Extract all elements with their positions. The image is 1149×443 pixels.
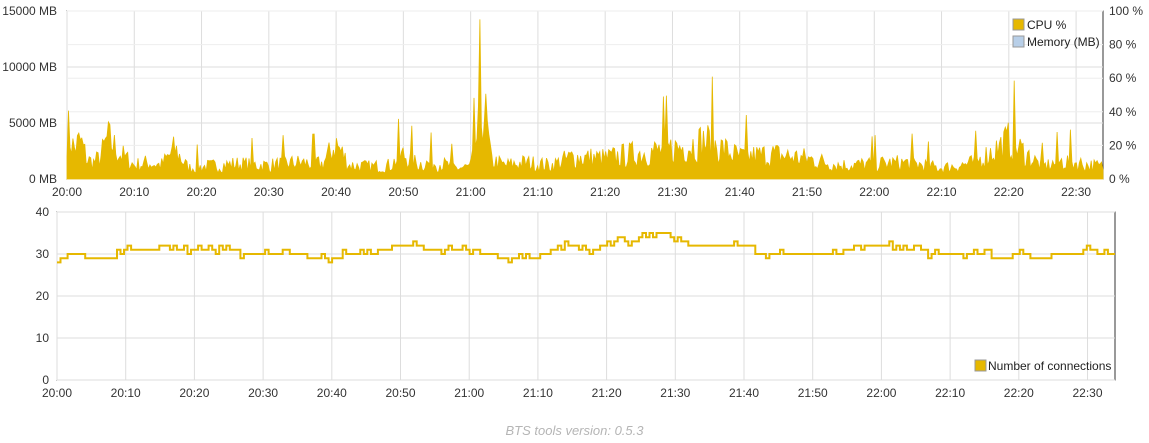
cpu-memory-chart: 20:00 20:10 20:20 20:30 20:40 20:50 21:00 21:10… xyxy=(2,4,1143,199)
connections-y-tick-label: 0 xyxy=(42,373,49,387)
connections-x-tick-label: 20:00 xyxy=(42,386,72,400)
connections-y-ticks: 0 10 20 30 40 xyxy=(36,205,50,387)
cpu-memory-x-tick-label: 21:00 xyxy=(456,185,486,199)
cpu-memory-plot-frame xyxy=(66,10,1104,180)
connections-x-tick-label: 22:00 xyxy=(866,386,896,400)
cpu-axis-tick-label: 40 % xyxy=(1109,105,1137,119)
cpu-memory-x-tick-label: 21:20 xyxy=(590,185,620,199)
connections-y-tick-label: 40 xyxy=(36,205,50,219)
legend-memory-swatch xyxy=(1012,35,1025,48)
connections-x-tick-label: 20:40 xyxy=(317,386,347,400)
cpu-axis-tick-label: 100 % xyxy=(1109,4,1143,18)
cpu-memory-x-tick-label: 21:40 xyxy=(725,185,755,199)
cpu-memory-x-tick-label: 20:20 xyxy=(187,185,217,199)
connections-x-tick-label: 21:40 xyxy=(729,386,759,400)
memory-axis-tick-label: 10000 MB xyxy=(2,60,57,74)
cpu-memory-x-tick-label: 22:10 xyxy=(927,185,957,199)
cpu-axis-tick-label: 80 % xyxy=(1109,38,1137,52)
cpu-memory-x-ticks: 20:00 20:10 20:20 20:30 20:40 20:50 21:00 21:10… xyxy=(52,185,1091,199)
connections-x-tick-label: 22:30 xyxy=(1073,386,1103,400)
cpu-memory-x-tick-label: 22:00 xyxy=(859,185,889,199)
cpu-memory-x-tick-label: 20:50 xyxy=(388,185,418,199)
connections-x-ticks: 20:00 20:10 20:20 20:30 20:40 20:50 21:00 21:10… xyxy=(42,386,1103,400)
legend-cpu-label: CPU % xyxy=(1027,18,1067,32)
connections-x-tick-label: 21:00 xyxy=(454,386,484,400)
memory-axis-tick-label: 15000 MB xyxy=(2,4,57,18)
connections-y-tick-label: 20 xyxy=(36,289,50,303)
connections-x-tick-label: 21:10 xyxy=(523,386,553,400)
memory-axis-tick-label: 0 MB xyxy=(29,172,57,186)
connections-x-tick-label: 21:50 xyxy=(798,386,828,400)
cpu-memory-x-tick-label: 20:10 xyxy=(119,185,149,199)
cpu-memory-x-tick-label: 20:40 xyxy=(321,185,351,199)
connections-x-tick-label: 20:10 xyxy=(111,386,141,400)
cpu-memory-x-tick-label: 21:10 xyxy=(523,185,553,199)
legend-memory-label: Memory (MB) xyxy=(1027,35,1100,49)
memory-axis-ticks: 0 MB 5000 MB 10000 MB 15000 MB xyxy=(2,4,57,186)
legend-connections-label: Number of connections xyxy=(988,359,1111,373)
connections-chart: 20:00 20:10 20:20 20:30 20:40 20:50 21:00 21:10… xyxy=(36,205,1116,400)
legend-cpu-swatch xyxy=(1012,18,1025,31)
cpu-memory-x-tick-label: 20:00 xyxy=(52,185,82,199)
connections-x-tick-label: 21:30 xyxy=(660,386,690,400)
footer-version-text: BTS tools version: 0.5.3 xyxy=(505,423,644,438)
connections-y-tick-label: 30 xyxy=(36,247,50,261)
cpu-memory-x-tick-label: 22:30 xyxy=(1061,185,1091,199)
connections-x-tick-label: 20:30 xyxy=(248,386,278,400)
charts-canvas: 20:00 20:10 20:20 20:30 20:40 20:50 21:00 21:10… xyxy=(2,4,1143,400)
connections-y-tick-label: 10 xyxy=(36,331,50,345)
cpu-memory-x-tick-label: 21:30 xyxy=(657,185,687,199)
connections-x-tick-label: 21:20 xyxy=(592,386,622,400)
connections-x-tick-label: 22:20 xyxy=(1004,386,1034,400)
connections-x-tick-label: 22:10 xyxy=(935,386,965,400)
legend-connections-swatch xyxy=(974,359,987,372)
connections-x-tick-label: 20:20 xyxy=(179,386,209,400)
cpu-memory-x-tick-label: 22:20 xyxy=(994,185,1024,199)
cpu-axis-tick-label: 60 % xyxy=(1109,71,1137,85)
memory-axis-tick-label: 5000 MB xyxy=(9,116,57,130)
cpu-axis-ticks: 0 % 20 % 40 % 60 % 80 % 100 % xyxy=(1109,4,1143,186)
connections-x-tick-label: 20:50 xyxy=(385,386,415,400)
cpu-memory-x-tick-label: 21:50 xyxy=(792,185,822,199)
cpu-axis-tick-label: 20 % xyxy=(1109,138,1137,152)
cpu-axis-tick-label: 0 % xyxy=(1109,172,1130,186)
connections-legend: Number of connections xyxy=(974,359,1111,373)
cpu-memory-x-tick-label: 20:30 xyxy=(254,185,284,199)
